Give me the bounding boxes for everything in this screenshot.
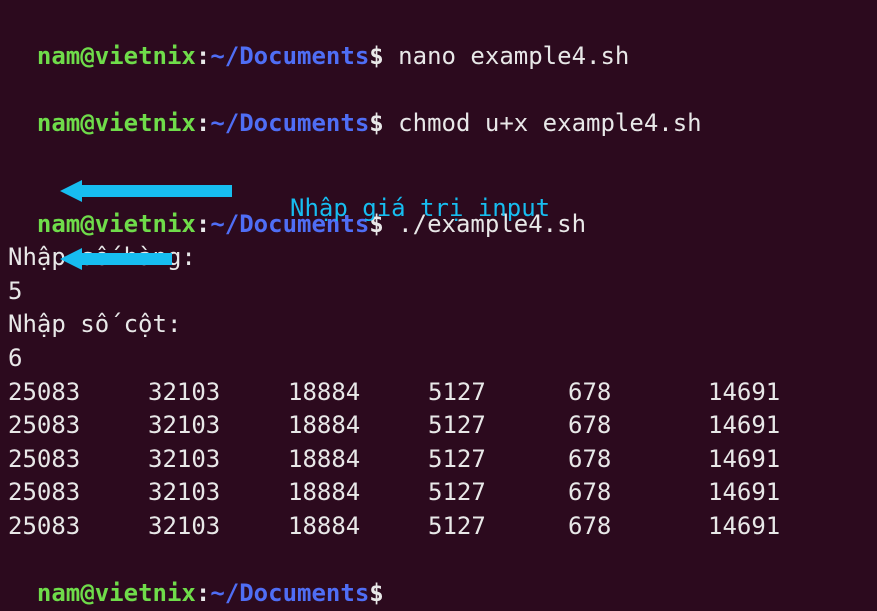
prompt-user: nam xyxy=(37,109,80,137)
prompt-text-cols: Nhập sô´cột: xyxy=(8,308,869,342)
table-cell: 14691 xyxy=(708,409,780,443)
prompt-dollar: $ xyxy=(369,579,383,607)
table-cell: 32103 xyxy=(148,409,288,443)
table-cell: 678 xyxy=(568,443,708,477)
prompt-user: nam xyxy=(37,579,80,607)
blank-line xyxy=(8,140,869,174)
table-cell: 18884 xyxy=(288,510,428,544)
table-cell: 5127 xyxy=(428,409,568,443)
table-row: 250833210318884512767814691 xyxy=(8,409,869,443)
prompt-host: vietnix xyxy=(95,579,196,607)
table-cell: 14691 xyxy=(708,476,780,510)
table-row: 250833210318884512767814691 xyxy=(8,443,869,477)
prompt-host: vietnix xyxy=(95,109,196,137)
prompt-path: ~/Documents xyxy=(210,579,369,607)
table-cell: 18884 xyxy=(288,476,428,510)
table-cell: 678 xyxy=(568,409,708,443)
table-cell: 678 xyxy=(568,376,708,410)
arrow-icon xyxy=(60,248,172,270)
arrow-shaft-icon xyxy=(82,253,172,265)
prompt-at: @ xyxy=(80,210,94,238)
input-cols-value: 6 xyxy=(8,342,869,376)
table-cell: 25083 xyxy=(8,376,148,410)
terminal-line-final[interactable]: nam@vietnix:~/Documents$ xyxy=(8,544,869,611)
table-cell: 5127 xyxy=(428,476,568,510)
prompt-path: ~/Documents xyxy=(210,42,369,70)
table-cell: 25083 xyxy=(8,510,148,544)
table-cell: 14691 xyxy=(708,376,780,410)
prompt-at: @ xyxy=(80,579,94,607)
table-cell: 18884 xyxy=(288,376,428,410)
table-cell: 5127 xyxy=(428,510,568,544)
table-cell: 5127 xyxy=(428,443,568,477)
table-cell: 18884 xyxy=(288,443,428,477)
arrow-shaft-icon xyxy=(82,185,232,197)
table-cell: 32103 xyxy=(148,510,288,544)
prompt-at: @ xyxy=(80,109,94,137)
prompt-dollar: $ xyxy=(369,42,383,70)
arrow-head-icon xyxy=(60,180,82,202)
table-cell: 678 xyxy=(568,510,708,544)
prompt-host: vietnix xyxy=(95,42,196,70)
table-cell: 14691 xyxy=(708,443,780,477)
prompt-sep: : xyxy=(196,109,210,137)
table-cell: 25083 xyxy=(8,409,148,443)
table-cell: 25083 xyxy=(8,443,148,477)
table-row: 250833210318884512767814691 xyxy=(8,510,869,544)
table-cell: 5127 xyxy=(428,376,568,410)
table-cell: 32103 xyxy=(148,443,288,477)
arrow-icon xyxy=(60,180,232,202)
table-cell: 14691 xyxy=(708,510,780,544)
table-cell: 25083 xyxy=(8,476,148,510)
arrow-head-icon xyxy=(60,248,82,270)
prompt-host: vietnix xyxy=(95,210,196,238)
terminal-line-2: nam@vietnix:~/Documents$ chmod u+x examp… xyxy=(8,73,869,140)
table-cell: 32103 xyxy=(148,376,288,410)
table-cell: 32103 xyxy=(148,476,288,510)
prompt-at: @ xyxy=(80,42,94,70)
prompt-sep: : xyxy=(196,42,210,70)
terminal-line-1: nam@vietnix:~/Documents$ nano example4.s… xyxy=(8,6,869,73)
table-cell: 678 xyxy=(568,476,708,510)
prompt-dollar: $ xyxy=(369,109,383,137)
prompt-user: nam xyxy=(37,42,80,70)
prompt-sep: : xyxy=(196,579,210,607)
prompt-sep: : xyxy=(196,210,210,238)
prompt-path: ~/Documents xyxy=(210,109,369,137)
table-cell: 18884 xyxy=(288,409,428,443)
annotation-label: Nhập giá trị input xyxy=(290,192,550,226)
command-nano: nano example4.sh xyxy=(384,42,630,70)
command-chmod: chmod u+x example4.sh xyxy=(384,109,702,137)
table-row: 250833210318884512767814691 xyxy=(8,376,869,410)
prompt-user: nam xyxy=(37,210,80,238)
table-row: 250833210318884512767814691 xyxy=(8,476,869,510)
input-rows-value: 5 xyxy=(8,275,869,309)
